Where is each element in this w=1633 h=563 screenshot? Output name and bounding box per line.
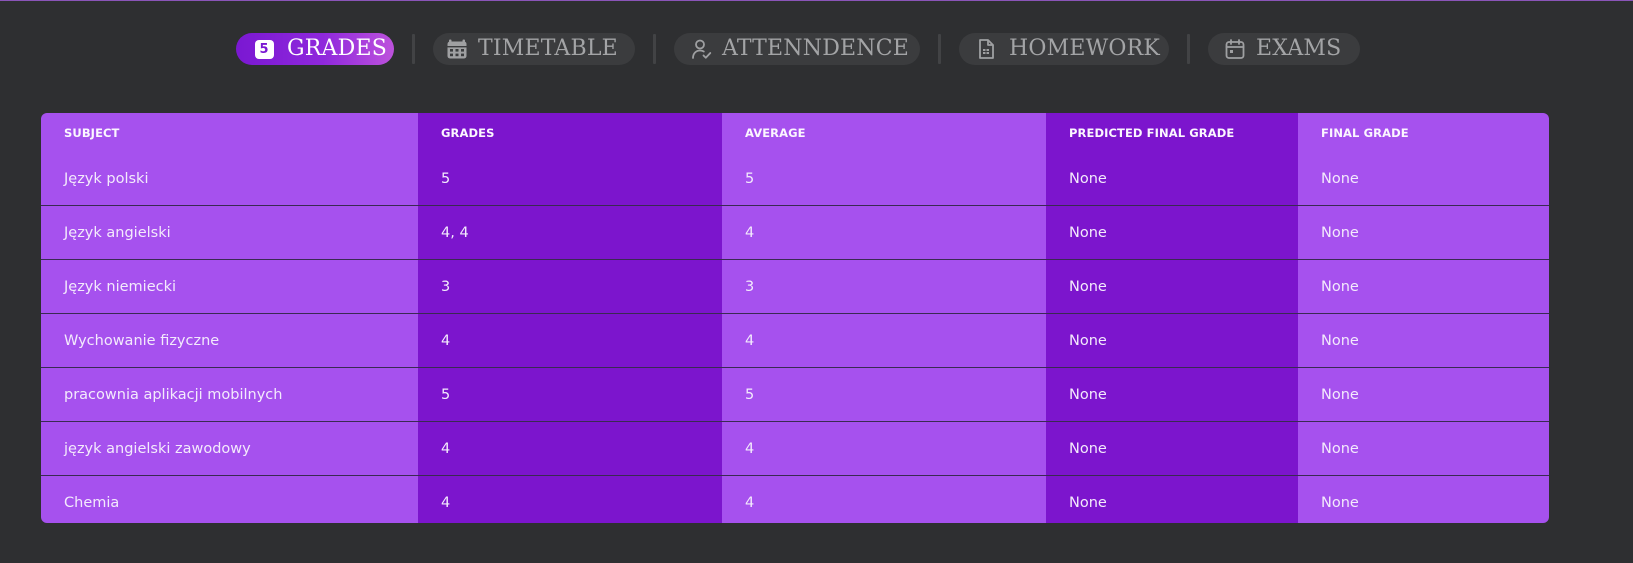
tab-attendance[interactable]: ATTENNDENCE <box>674 33 920 65</box>
cell-final-grade: None <box>1298 313 1549 368</box>
cell-final-grade: None <box>1298 259 1549 314</box>
table-header-row: SUBJECT GRADES AVERAGE PREDICTED FINAL G… <box>41 113 1549 153</box>
tab-grades-label: GRADES <box>287 36 387 61</box>
table-row: Chemia 4 4 None None <box>41 475 1549 523</box>
grade-badge: 5 <box>254 39 274 59</box>
cell-subject: Język polski <box>41 153 418 206</box>
table-row: Język niemiecki 3 3 None None <box>41 259 1549 314</box>
tab-attendance-label: ATTENNDENCE <box>722 36 910 61</box>
cell-grades: 4 <box>418 313 722 368</box>
cell-average: 4 <box>722 313 1046 368</box>
user-check-icon <box>690 38 712 60</box>
cell-average: 3 <box>722 259 1046 314</box>
cell-final-grade: None <box>1298 205 1549 260</box>
tab-exams[interactable]: EXAMS <box>1208 33 1360 65</box>
cell-grades: 4, 4 <box>418 205 722 260</box>
document-icon <box>975 38 997 60</box>
cell-predicted-final-grade: None <box>1046 475 1298 523</box>
cell-subject: Język angielski <box>41 205 418 260</box>
cell-average: 5 <box>722 153 1046 206</box>
cell-final-grade: None <box>1298 153 1549 206</box>
top-accent-line <box>0 0 1633 1</box>
nav-separator <box>653 34 656 64</box>
grades-table-container: SUBJECT GRADES AVERAGE PREDICTED FINAL G… <box>41 113 1549 523</box>
tab-homework[interactable]: HOMEWORK <box>959 33 1169 65</box>
cell-subject: Chemia <box>41 475 418 523</box>
calendar-grid-icon <box>446 38 468 60</box>
nav-separator <box>1187 34 1190 64</box>
nav-separator <box>938 34 941 64</box>
cell-predicted-final-grade: None <box>1046 367 1298 422</box>
cell-final-grade: None <box>1298 421 1549 476</box>
cell-subject: język angielski zawodowy <box>41 421 418 476</box>
table-row: język angielski zawodowy 4 4 None None <box>41 421 1549 476</box>
table-row: Język angielski 4, 4 4 None None <box>41 205 1549 260</box>
tab-homework-label: HOMEWORK <box>1009 36 1161 61</box>
tab-timetable-label: TIMETABLE <box>478 36 618 61</box>
table-row: Wychowanie fizyczne 4 4 None None <box>41 313 1549 368</box>
table-row: Język polski 5 5 None None <box>41 153 1549 206</box>
cell-average: 4 <box>722 421 1046 476</box>
column-header-average: AVERAGE <box>722 113 1046 153</box>
column-header-grades: GRADES <box>418 113 722 153</box>
cell-grades: 5 <box>418 367 722 422</box>
cell-predicted-final-grade: None <box>1046 313 1298 368</box>
cell-predicted-final-grade: None <box>1046 205 1298 260</box>
cell-predicted-final-grade: None <box>1046 421 1298 476</box>
cell-average: 4 <box>722 475 1046 523</box>
tab-timetable[interactable]: TIMETABLE <box>433 33 635 65</box>
table-row: pracownia aplikacji mobilnych 5 5 None None <box>41 367 1549 422</box>
tab-grades[interactable]: 5 GRADES <box>236 33 394 65</box>
column-header-subject: SUBJECT <box>41 113 418 153</box>
cell-subject: Język niemiecki <box>41 259 418 314</box>
cell-subject: Wychowanie fizyczne <box>41 313 418 368</box>
cell-grades: 4 <box>418 421 722 476</box>
cell-average: 5 <box>722 367 1046 422</box>
column-header-final-grade: FINAL GRADE <box>1298 113 1549 153</box>
column-header-predicted-final-grade: PREDICTED FINAL GRADE <box>1046 113 1298 153</box>
calendar-icon <box>1224 38 1246 60</box>
cell-grades: 5 <box>418 153 722 206</box>
main-navigation: 5 GRADES TIMETABLE ATTENNDENCE HOMEWORK … <box>236 33 1360 65</box>
cell-grades: 4 <box>418 475 722 523</box>
grades-table: SUBJECT GRADES AVERAGE PREDICTED FINAL G… <box>41 113 1549 523</box>
cell-final-grade: None <box>1298 475 1549 523</box>
cell-grades: 3 <box>418 259 722 314</box>
cell-subject: pracownia aplikacji mobilnych <box>41 367 418 422</box>
cell-final-grade: None <box>1298 367 1549 422</box>
cell-average: 4 <box>722 205 1046 260</box>
nav-separator <box>412 34 415 64</box>
tab-exams-label: EXAMS <box>1256 36 1342 61</box>
grade-5-badge-icon: 5 <box>253 38 275 60</box>
cell-predicted-final-grade: None <box>1046 153 1298 206</box>
cell-predicted-final-grade: None <box>1046 259 1298 314</box>
